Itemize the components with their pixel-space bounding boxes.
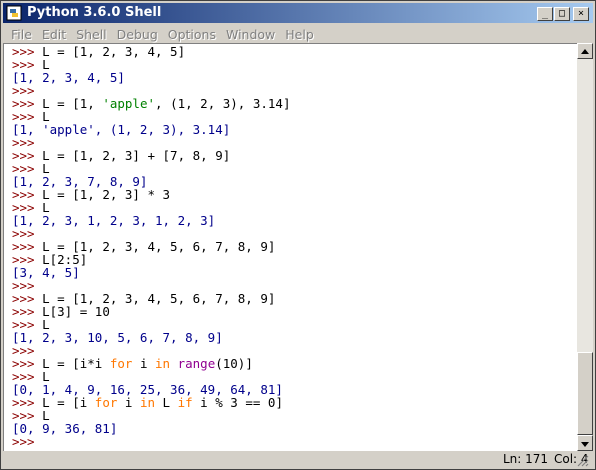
shell-input-line: >>> L = [1, 2, 3] * 3 xyxy=(12,188,290,201)
status-line-number: Ln: 171 xyxy=(503,452,549,466)
shell-input-line: >>> L = [i for i in L if i % 3 == 0] xyxy=(12,396,290,409)
shell-text-area[interactable]: >>> L = [1, 2, 3, 4, 5] >>> L [1, 2, 3, 4,… xyxy=(3,43,578,452)
shell-text-code: L = [1, 2, 3] + [7, 8, 9] xyxy=(42,148,231,163)
shell-input-line: >>> L = [i*i for i in range(10)] xyxy=(12,357,290,370)
title-bar[interactable]: Python 3.6.0 Shell _ □ × xyxy=(3,3,593,23)
minimize-button[interactable]: _ xyxy=(537,7,553,21)
shell-text-out: [1, 'apple', (1, 2, 3), 3.14] xyxy=(12,122,231,137)
shell-lines: >>> L = [1, 2, 3, 4, 5] >>> L [1, 2, 3, 4,… xyxy=(12,45,290,448)
status-bar: Ln: 171 Col: 4 xyxy=(3,451,593,467)
shell-text-keyword: for xyxy=(109,356,133,371)
scroll-up-button[interactable] xyxy=(577,43,593,59)
window-title: Python 3.6.0 Shell xyxy=(27,5,162,20)
python-icon xyxy=(6,5,22,21)
shell-output-line: [3, 4, 5] xyxy=(12,266,290,279)
shell-input-line: >>> L = [1, 'apple', (1, 2, 3), 3.14] xyxy=(12,97,290,110)
vertical-scrollbar[interactable] xyxy=(577,43,593,451)
shell-text-code: L = [1, 2, 3, 4, 5] xyxy=(42,44,186,59)
shell-text-code: i xyxy=(117,395,140,410)
shell-output-line: [1, 'apple', (1, 2, 3), 3.14] xyxy=(12,123,290,136)
menu-edit[interactable]: Edit xyxy=(37,25,71,44)
shell-text-keyword: if xyxy=(177,395,193,410)
arrow-down-icon xyxy=(581,442,589,447)
scroll-down-button[interactable] xyxy=(577,435,593,451)
resize-grip-icon[interactable] xyxy=(575,453,589,467)
menu-bar: File Edit Shell Debug Options Window Help xyxy=(3,24,593,43)
menu-help[interactable]: Help xyxy=(280,25,319,44)
shell-text-keyword: in xyxy=(155,356,171,371)
shell-text-code: L[3] = 10 xyxy=(42,304,110,319)
shell-input-line: >>> L = [1, 2, 3, 4, 5] xyxy=(12,45,290,58)
shell-input-line: >>> L = [1, 2, 3] + [7, 8, 9] xyxy=(12,149,290,162)
arrow-up-icon xyxy=(581,49,589,54)
shell-output-line: [1, 2, 3, 10, 5, 6, 7, 8, 9] xyxy=(12,331,290,344)
shell-text-code: , (1, 2, 3), 3.14] xyxy=(155,96,291,111)
shell-output-line: [0, 9, 36, 81] xyxy=(12,422,290,435)
shell-text-code: L = [1, xyxy=(42,96,103,111)
shell-prompt: >>> xyxy=(12,434,43,449)
shell-text-code: i % 3 == 0] xyxy=(192,395,283,410)
shell-input-line: >>> L[3] = 10 xyxy=(12,305,290,318)
scroll-thumb[interactable] xyxy=(577,352,593,435)
shell-text-builtin: range xyxy=(177,356,216,371)
shell-output-line: [1, 2, 3, 1, 2, 3, 1, 2, 3] xyxy=(12,214,290,227)
shell-text-keyword: in xyxy=(139,395,156,410)
shell-text-code: L = [i*i xyxy=(42,356,110,371)
maximize-button[interactable]: □ xyxy=(554,7,570,21)
shell-text-code xyxy=(170,356,178,371)
shell-text-out: [1, 2, 3, 10, 5, 6, 7, 8, 9] xyxy=(12,330,223,345)
shell-text-string: 'apple' xyxy=(102,96,156,111)
shell-output-line: [1, 2, 3, 4, 5] xyxy=(12,71,290,84)
shell-input-line: >>> xyxy=(12,435,290,448)
shell-text-keyword: for xyxy=(94,395,118,410)
idle-shell-window: Python 3.6.0 Shell _ □ × File Edit Shell De… xyxy=(0,0,596,470)
menu-debug[interactable]: Debug xyxy=(112,25,163,44)
shell-text-code: L xyxy=(155,395,178,410)
menu-file[interactable]: File xyxy=(3,25,37,44)
shell-text-code: (10)] xyxy=(215,356,253,371)
shell-text-code: L = [1, 2, 3] * 3 xyxy=(42,187,171,202)
shell-text-code: i xyxy=(132,356,155,371)
menu-shell[interactable]: Shell xyxy=(71,25,112,44)
shell-text-out: [1, 2, 3, 1, 2, 3, 1, 2, 3] xyxy=(12,213,216,228)
shell-text-code: L = [i xyxy=(42,395,95,410)
menu-window[interactable]: Window xyxy=(221,25,280,44)
menu-options[interactable]: Options xyxy=(163,25,221,44)
close-button[interactable]: × xyxy=(573,7,589,21)
